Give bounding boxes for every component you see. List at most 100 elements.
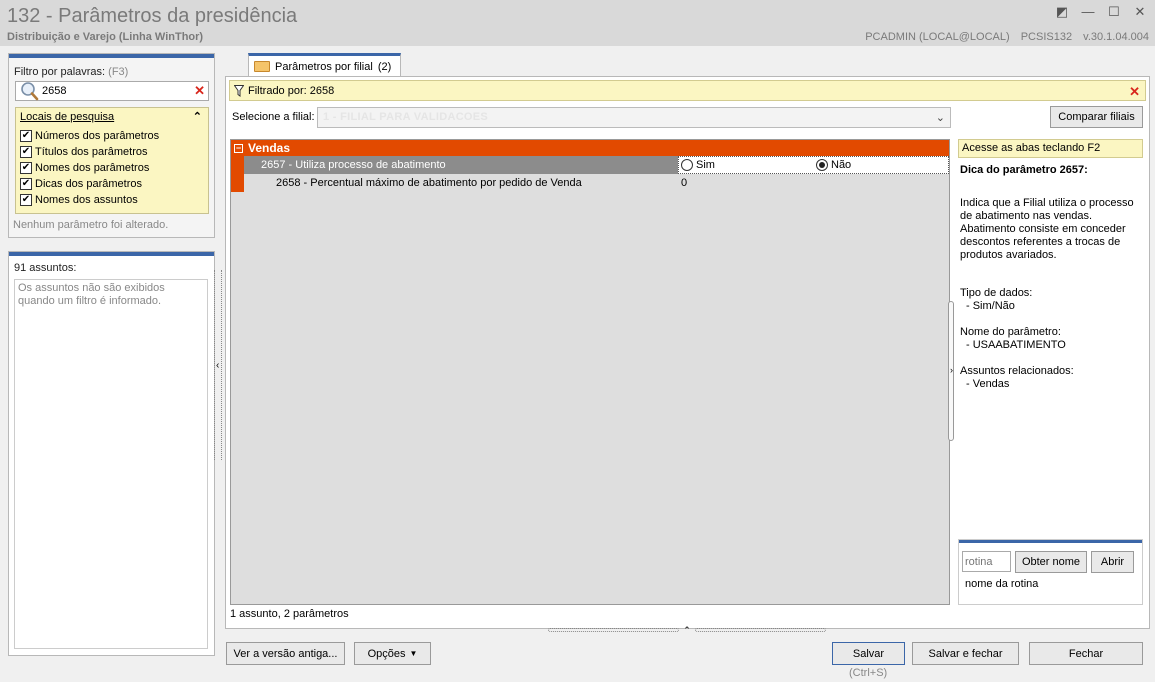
- chevron-up-icon[interactable]: ⌃: [683, 625, 691, 636]
- change-status-text: Nenhum parâmetro foi alterado.: [13, 219, 169, 231]
- save-close-button[interactable]: Salvar e fechar: [912, 642, 1019, 665]
- table-row[interactable]: 2657 - Utiliza processo de abatimento Si…: [231, 156, 949, 174]
- folder-icon: [254, 61, 270, 72]
- radio-sim[interactable]: [681, 159, 693, 171]
- old-version-button[interactable]: Ver a versão antiga...: [226, 642, 345, 665]
- checkbox-row-nomes[interactable]: ✔ Nomes dos parâmetros: [20, 162, 149, 174]
- options-button[interactable]: Opções ▼: [354, 642, 431, 665]
- routine-name-label: nome da rotina: [965, 578, 1039, 590]
- chevron-down-icon[interactable]: ⌄: [936, 111, 945, 124]
- related-subjects-label: Assuntos relacionados:: [960, 365, 1074, 377]
- filter-shortcut: (F3): [108, 66, 129, 78]
- funnel-icon: [234, 84, 244, 97]
- checkbox-label: Nomes dos assuntos: [35, 194, 138, 206]
- checkbox-label: Dicas dos parâmetros: [35, 178, 142, 190]
- filial-label: Selecione a filial:: [232, 111, 315, 123]
- search-icon: [21, 82, 39, 101]
- row-indicator: [231, 174, 244, 192]
- subjects-panel: 91 assuntos: Os assuntos não são exibido…: [8, 251, 215, 656]
- filter-banner-text: Filtrado por: 2658: [248, 84, 335, 97]
- data-type-value: - Sim/Não: [966, 300, 1015, 312]
- filter-label-row: Filtro por palavras: (F3): [14, 66, 128, 78]
- panel-accent: [9, 252, 214, 256]
- restore-icon[interactable]: ◩: [1055, 5, 1069, 19]
- param-name-label: Nome do parâmetro:: [960, 326, 1061, 338]
- chevron-left-icon[interactable]: ‹: [216, 360, 219, 371]
- collapse-up-icon[interactable]: ⌃: [193, 110, 202, 123]
- clear-filter-icon[interactable]: ✕: [194, 83, 205, 99]
- parameter-name[interactable]: 2658 - Percentual máximo de abatimento p…: [244, 177, 678, 189]
- close-button[interactable]: Fechar: [1029, 642, 1143, 665]
- chevron-right-icon[interactable]: ›: [950, 365, 953, 375]
- checkbox-label: Nomes dos parâmetros: [35, 162, 150, 174]
- param-name-value: - USAABATIMENTO: [966, 339, 1066, 351]
- caret-down-icon: ▼: [409, 649, 418, 658]
- bottom-splitter[interactable]: ⌃: [548, 625, 827, 636]
- radio-sim-label: Sim: [696, 159, 715, 171]
- version-label: v.30.1.04.004: [1083, 31, 1149, 43]
- panel-accent: [959, 540, 1142, 543]
- window-subtitle: Distribuição e Varejo (Linha WinThor): [7, 31, 204, 43]
- routine-input[interactable]: [962, 551, 1011, 572]
- filter-label: Filtro por palavras:: [14, 66, 106, 78]
- window-title: 132 - Parâmetros da presidência: [7, 5, 298, 27]
- radio-nao[interactable]: [816, 159, 828, 171]
- filter-panel: Filtro por palavras: (F3) ✕ Locais de pe…: [8, 53, 215, 238]
- subjects-count: 91 assuntos:: [14, 262, 77, 274]
- panel-accent: [9, 54, 214, 58]
- data-type-label: Tipo de dados:: [960, 287, 1033, 299]
- get-name-button[interactable]: Obter nome: [1015, 551, 1087, 573]
- tab-label: Parâmetros por filial: [275, 60, 373, 73]
- search-locations-title[interactable]: Locais de pesquisa: [20, 111, 114, 123]
- filter-search-box: ✕: [15, 81, 209, 101]
- program-label: PCSIS132: [1020, 31, 1073, 43]
- row-indicator: [231, 156, 244, 174]
- parameter-name[interactable]: 2657 - Utiliza processo de abatimento: [244, 156, 678, 174]
- filter-banner: Filtrado por: 2658 ✕: [229, 80, 1146, 101]
- checkbox-label: Números dos parâmetros: [35, 130, 160, 142]
- tip-body: Indica que a Filial utiliza o processo d…: [960, 197, 1134, 261]
- open-button[interactable]: Abrir: [1091, 551, 1134, 573]
- parameter-value[interactable]: 0: [678, 177, 949, 189]
- tab-parametros-por-filial[interactable]: Parâmetros por filial (2): [248, 53, 401, 77]
- save-shortcut: (Ctrl+S): [849, 667, 888, 679]
- tab-count: (2): [377, 60, 392, 73]
- checkbox-label: Títulos dos parâmetros: [35, 146, 148, 158]
- user-info: PCADMIN (LOCAL@LOCAL) PCSIS132 v.30.1.04…: [857, 31, 1149, 43]
- clear-filter-banner-icon[interactable]: ✕: [1129, 84, 1140, 100]
- compare-branches-button[interactable]: Comparar filiais: [1050, 106, 1143, 128]
- checkbox-icon[interactable]: ✔: [20, 194, 32, 206]
- checkbox-row-numeros[interactable]: ✔ Números dos parâmetros: [20, 130, 159, 142]
- splitter-grip[interactable]: [694, 628, 827, 632]
- related-subjects-value: - Vendas: [966, 378, 1010, 390]
- save-button[interactable]: Salvar: [832, 642, 905, 665]
- filter-input[interactable]: [42, 84, 182, 98]
- checkbox-row-dicas[interactable]: ✔ Dicas dos parâmetros: [20, 178, 142, 190]
- routine-box: Obter nome Abrir nome da rotina: [958, 539, 1143, 605]
- subjects-list[interactable]: Os assuntos não são exibidos quando um f…: [14, 279, 208, 649]
- filial-select[interactable]: 1 - FILIAL PARA VALIDACOES ⌄: [317, 107, 951, 128]
- filial-select-value: 1 - FILIAL PARA VALIDACOES: [323, 111, 489, 123]
- main-panel: Filtrado por: 2658 ✕ Selecione a filial:…: [225, 76, 1150, 629]
- checkbox-icon[interactable]: ✔: [20, 178, 32, 190]
- checkbox-row-titulos[interactable]: ✔ Títulos dos parâmetros: [20, 146, 148, 158]
- search-locations-box: Locais de pesquisa ⌃ ✔ Números dos parâm…: [15, 107, 209, 214]
- grid-status: 1 assunto, 2 parâmetros: [230, 608, 349, 620]
- collapse-group-icon[interactable]: −: [234, 143, 243, 153]
- parameters-grid: − Vendas 2657 - Utiliza processo de abat…: [230, 139, 950, 605]
- checkbox-row-assuntos[interactable]: ✔ Nomes dos assuntos: [20, 194, 138, 206]
- tip-title: Dica do parâmetro 2657:: [960, 164, 1088, 176]
- options-label: Opções: [367, 647, 406, 660]
- checkbox-icon[interactable]: ✔: [20, 146, 32, 158]
- minimize-icon[interactable]: —: [1081, 5, 1095, 19]
- close-icon[interactable]: ✕: [1133, 5, 1147, 19]
- title-bar: 132 - Parâmetros da presidência Distribu…: [0, 0, 1155, 46]
- group-row-vendas[interactable]: − Vendas: [231, 140, 949, 156]
- checkbox-icon[interactable]: ✔: [20, 162, 32, 174]
- checkbox-icon[interactable]: ✔: [20, 130, 32, 142]
- table-row[interactable]: 2658 - Percentual máximo de abatimento p…: [231, 174, 949, 192]
- user-label: PCADMIN (LOCAL@LOCAL): [865, 31, 1010, 43]
- group-label: Vendas: [248, 141, 291, 155]
- splitter-grip[interactable]: [548, 628, 680, 632]
- maximize-icon[interactable]: ☐: [1107, 5, 1121, 19]
